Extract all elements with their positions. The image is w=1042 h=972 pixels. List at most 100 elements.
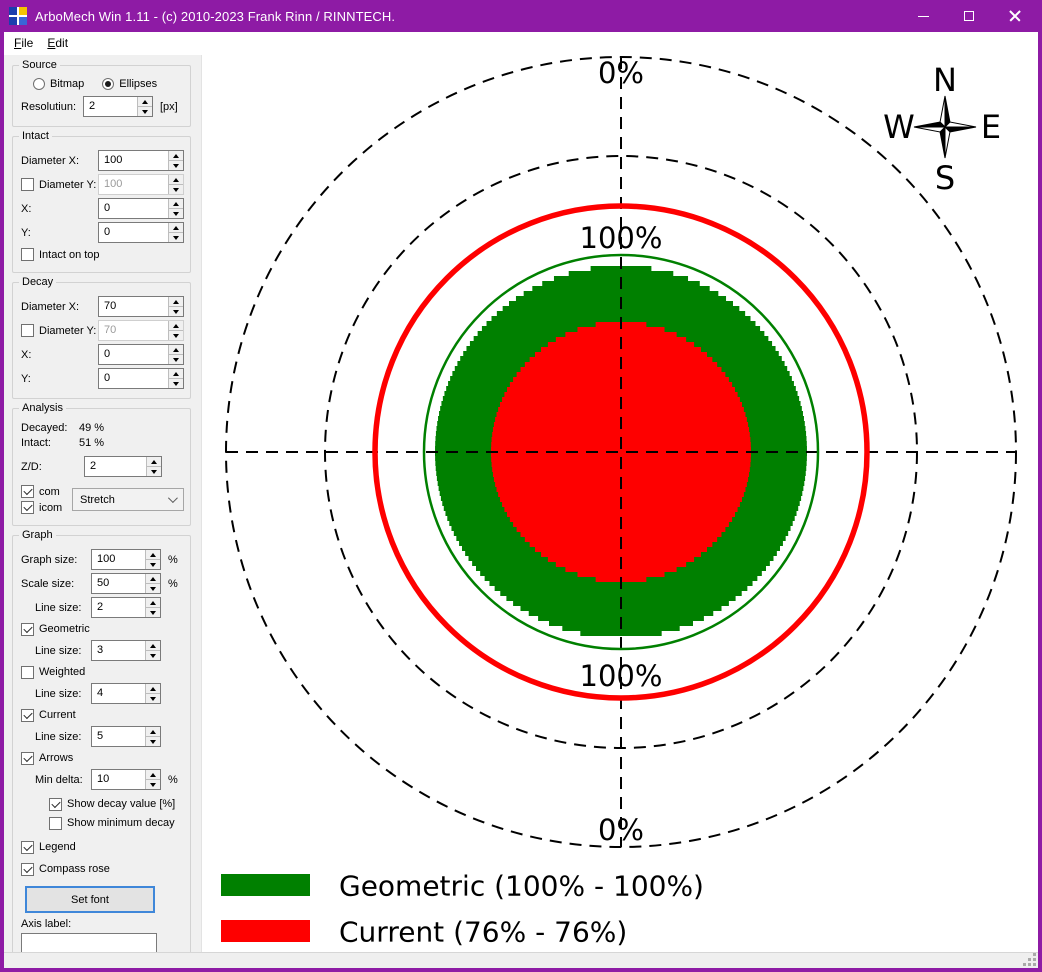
spin-up-icon[interactable] (147, 457, 161, 466)
compass-label: W (883, 108, 915, 146)
legend-label: Geometric (100% - 100%) (339, 870, 704, 903)
spin-up-icon[interactable] (169, 369, 183, 378)
scale-label: 100% (580, 221, 663, 255)
decay-x-spinner[interactable]: 0 (98, 344, 184, 365)
spin-down-icon[interactable] (169, 330, 183, 340)
close-button[interactable] (992, 0, 1038, 32)
spin-up-icon[interactable] (169, 223, 183, 232)
decay-diameter-x-spinner[interactable]: 70 (98, 296, 184, 317)
spin-down-icon[interactable] (146, 693, 160, 703)
bitmap-radio[interactable] (33, 78, 45, 90)
spin-down-icon[interactable] (169, 160, 183, 170)
zd-label: Z/D: (21, 461, 42, 473)
group-graph-title: Graph (19, 529, 56, 541)
scale-label: 0% (598, 813, 644, 847)
spin-up-icon[interactable] (169, 321, 183, 330)
window-controls (900, 0, 1038, 32)
title-bar[interactable]: ArboMech Win 1.11 - (c) 2010-2023 Frank … (4, 0, 1038, 32)
spin-down-icon[interactable] (169, 306, 183, 316)
maximize-button[interactable] (946, 0, 992, 32)
spin-down-icon[interactable] (169, 232, 183, 242)
resolution-spinner[interactable]: 2 (83, 96, 153, 117)
axis-label-input[interactable] (21, 933, 157, 952)
weighted-checkbox[interactable] (21, 666, 34, 679)
geometric-line-size-spinner[interactable]: 3 (91, 640, 161, 661)
spin-up-icon[interactable] (169, 151, 183, 160)
show-minimum-decay-label: Show minimum decay (67, 817, 175, 829)
arrows-checkbox[interactable] (21, 752, 34, 765)
spin-down-icon[interactable] (169, 378, 183, 388)
compass-arm (945, 127, 950, 158)
resize-grip-icon[interactable] (1023, 953, 1037, 967)
group-intact: Intact Diameter X: 100 Diameter Y: 100 (12, 136, 191, 273)
geometric-checkbox[interactable] (21, 623, 34, 636)
spin-up-icon[interactable] (146, 770, 160, 779)
weighted-line-size-spinner[interactable]: 4 (91, 683, 161, 704)
decay-diameter-y-spinner[interactable]: 70 (98, 320, 184, 341)
ellipses-radio[interactable] (102, 78, 114, 90)
compass-arm (945, 122, 976, 127)
intact-diameter-x-spinner[interactable]: 100 (98, 150, 184, 171)
strength-loss-diagram: 0%100%100%0%NESWGeometric (100% - 100%)C… (202, 55, 1038, 952)
spin-up-icon[interactable] (169, 345, 183, 354)
compass-label: S (935, 159, 955, 197)
spin-down-icon[interactable] (146, 650, 160, 660)
com-label: com (39, 486, 60, 498)
spin-down-icon[interactable] (138, 106, 152, 116)
show-minimum-decay-checkbox[interactable] (49, 817, 62, 830)
spin-down-icon[interactable] (146, 607, 160, 617)
spin-down-icon[interactable] (146, 559, 160, 569)
spin-up-icon[interactable] (169, 199, 183, 208)
spin-up-icon[interactable] (146, 684, 160, 693)
current-label: Current (39, 709, 76, 721)
spin-up-icon[interactable] (146, 641, 160, 650)
minimize-button[interactable] (900, 0, 946, 32)
scale-size-spinner[interactable]: 50 (91, 573, 161, 594)
min-delta-spinner[interactable]: 10 (91, 769, 161, 790)
intact-x-spinner[interactable]: 0 (98, 198, 184, 219)
legend-checkbox[interactable] (21, 841, 34, 854)
icom-checkbox[interactable] (21, 501, 34, 514)
decay-y-spinner[interactable]: 0 (98, 368, 184, 389)
resolution-unit: [px] (160, 101, 184, 113)
geometric-line-size-label: Line size: (35, 645, 81, 657)
graph-size-spinner[interactable]: 100 (91, 549, 161, 570)
compass-rose-checkbox[interactable] (21, 863, 34, 876)
spin-up-icon[interactable] (146, 598, 160, 607)
current-checkbox[interactable] (21, 709, 34, 722)
spin-up-icon[interactable] (146, 727, 160, 736)
stretch-dropdown[interactable]: Stretch (72, 488, 184, 511)
spin-up-icon[interactable] (169, 297, 183, 306)
menu-bar: File Edit (4, 32, 1038, 55)
menu-file[interactable]: File (7, 33, 40, 53)
decay-x-label: X: (21, 349, 31, 361)
spin-down-icon[interactable] (147, 466, 161, 476)
compass-rose-label: Compass rose (39, 863, 110, 875)
intact-pct-value: 51 % (79, 437, 137, 449)
spin-down-icon[interactable] (146, 583, 160, 593)
show-decay-value-checkbox[interactable] (49, 798, 62, 811)
intact-on-top-checkbox[interactable] (21, 248, 34, 261)
current-line-size-spinner[interactable]: 5 (91, 726, 161, 747)
spin-down-icon[interactable] (146, 736, 160, 746)
set-font-button[interactable]: Set font (25, 886, 155, 913)
spin-down-icon[interactable] (146, 779, 160, 789)
zd-spinner[interactable]: 2 (84, 456, 162, 477)
intact-diameter-y-spinner[interactable]: 100 (98, 174, 184, 195)
spin-up-icon[interactable] (146, 574, 160, 583)
spin-down-icon[interactable] (169, 354, 183, 364)
menu-edit[interactable]: Edit (40, 33, 75, 53)
intact-y-spinner[interactable]: 0 (98, 222, 184, 243)
decay-diameter-y-checkbox[interactable] (21, 324, 34, 337)
spin-up-icon[interactable] (146, 550, 160, 559)
spin-up-icon[interactable] (138, 97, 152, 106)
decay-y-label: Y: (21, 373, 31, 385)
intact-diameter-y-checkbox[interactable] (21, 178, 34, 191)
scale-line-size-spinner[interactable]: 2 (91, 597, 161, 618)
spin-down-icon[interactable] (169, 184, 183, 194)
spin-up-icon[interactable] (169, 175, 183, 184)
status-bar (4, 952, 1038, 968)
com-checkbox[interactable] (21, 485, 34, 498)
compass-arm (914, 122, 945, 127)
spin-down-icon[interactable] (169, 208, 183, 218)
